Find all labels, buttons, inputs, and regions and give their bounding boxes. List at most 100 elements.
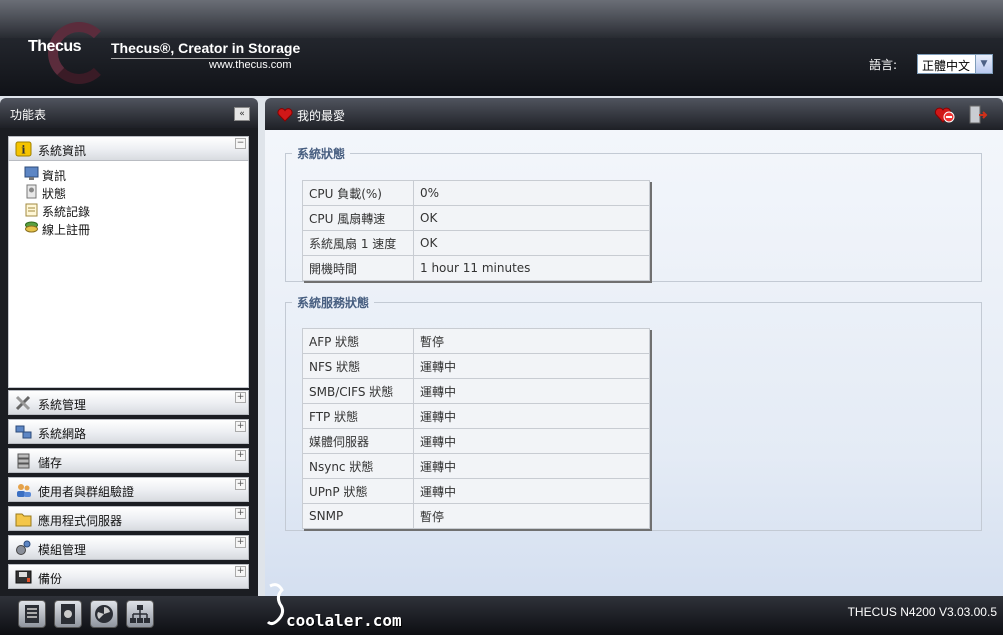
table-row: SMB/CIFS 狀態 運轉中 bbox=[302, 378, 650, 404]
system-status-table: CPU 負載(%) 0% CPU 風扇轉速 OK 系統風扇 1 速度 OK 開機時間 1… bbox=[302, 180, 650, 281]
plus-icon[interactable]: + bbox=[235, 392, 246, 403]
sidebar-section-label: 使用者與群組驗證 bbox=[38, 485, 135, 499]
register-icon bbox=[25, 221, 38, 233]
table-row: NFS 狀態 運轉中 bbox=[302, 353, 650, 379]
content-header: 我的最愛 bbox=[265, 98, 1003, 130]
service-state: 暫停 bbox=[413, 503, 650, 529]
minus-icon[interactable]: − bbox=[235, 138, 246, 149]
network-icon bbox=[15, 425, 32, 439]
sidebar-section-storage[interactable]: 儲存 + bbox=[8, 448, 249, 473]
status-icon bbox=[26, 184, 37, 199]
status-value: OK bbox=[413, 230, 650, 256]
sidebar-item-label: 系統記錄 bbox=[42, 205, 91, 219]
service-state: 運轉中 bbox=[413, 353, 650, 379]
plus-icon[interactable]: + bbox=[235, 537, 246, 548]
logout-icon[interactable] bbox=[968, 105, 988, 125]
sidebar-section-system-management[interactable]: 系統管理 + bbox=[8, 390, 249, 415]
language-select[interactable]: 正體中文 ▼ bbox=[917, 54, 993, 74]
service-status-table: AFP 狀態 暫停 NFS 狀態 運轉中 SMB/CIFS 狀態 運轉中 FTP 狀態… bbox=[302, 328, 650, 529]
service-key: SNMP bbox=[302, 503, 414, 529]
status-value: 0% bbox=[413, 180, 650, 206]
sidebar-section-label: 系統管理 bbox=[38, 398, 87, 412]
sidebar-section-label: 儲存 bbox=[38, 456, 63, 470]
table-row: 媒體伺服器 運轉中 bbox=[302, 428, 650, 454]
network-button[interactable] bbox=[126, 600, 154, 628]
server-icon bbox=[25, 605, 39, 623]
system-status-group: 系統狀態 CPU 負載(%) 0% CPU 風扇轉速 OK 系統風扇 1 速度 OK … bbox=[285, 145, 982, 282]
plus-icon[interactable]: + bbox=[235, 566, 246, 577]
chevron-down-icon[interactable]: ▼ bbox=[975, 55, 992, 73]
log-icon bbox=[25, 203, 38, 217]
remove-favorite-icon[interactable] bbox=[934, 106, 956, 124]
plus-icon[interactable]: + bbox=[235, 421, 246, 432]
sidebar-item-label: 線上註冊 bbox=[42, 223, 91, 237]
table-row: SNMP 暫停 bbox=[302, 503, 650, 529]
footer: THECUS N4200 V3.03.00.5 bbox=[0, 596, 1003, 635]
sidebar-section-module-management[interactable]: 模組管理 + bbox=[8, 535, 249, 560]
table-row: UPnP 狀態 運轉中 bbox=[302, 478, 650, 504]
fan-icon bbox=[95, 605, 113, 623]
service-key: NFS 狀態 bbox=[302, 353, 414, 379]
website-link[interactable]: www.thecus.com bbox=[209, 59, 292, 71]
content-area: 系統狀態 CPU 負載(%) 0% CPU 風扇轉速 OK 系統風扇 1 速度 OK … bbox=[265, 130, 1003, 596]
table-row: Nsync 狀態 運轉中 bbox=[302, 453, 650, 479]
sidebar-item-label: 狀態 bbox=[42, 187, 67, 201]
sidebar-section-label: 系統網路 bbox=[38, 427, 87, 441]
status-key: 開機時間 bbox=[302, 255, 414, 281]
disk-button[interactable] bbox=[54, 600, 82, 628]
users-icon bbox=[17, 484, 31, 497]
folder-icon bbox=[15, 513, 32, 527]
sidebar-section-app-server[interactable]: 應用程式伺服器 + bbox=[8, 506, 249, 531]
collapse-sidebar-button[interactable]: « bbox=[234, 107, 250, 121]
service-status-title: 系統服務狀態 bbox=[297, 296, 370, 310]
table-row: 開機時間 1 hour 11 minutes bbox=[302, 255, 650, 281]
status-key: CPU 風扇轉速 bbox=[302, 205, 414, 231]
status-key: CPU 負載(%) bbox=[302, 180, 414, 206]
sidebar-header: 功能表 « bbox=[0, 98, 258, 128]
sidebar-item-label: 資訊 bbox=[42, 169, 67, 183]
system-status-title: 系統狀態 bbox=[297, 147, 346, 161]
sidebar-section-users-groups[interactable]: 使用者與群組驗證 + bbox=[8, 477, 249, 502]
fan-button[interactable] bbox=[90, 600, 118, 628]
sidebar-section-system-network[interactable]: 系統網路 + bbox=[8, 419, 249, 444]
sidebar-section-system-info[interactable]: i 系統資訊 − bbox=[8, 136, 249, 161]
sidebar-section-backup[interactable]: 備份 + bbox=[8, 564, 249, 589]
plus-icon[interactable]: + bbox=[235, 450, 246, 461]
service-key: FTP 狀態 bbox=[302, 403, 414, 429]
tools-icon bbox=[15, 395, 31, 411]
table-row: FTP 狀態 運轉中 bbox=[302, 403, 650, 429]
watermark: coolaler.com bbox=[264, 578, 414, 635]
storage-icon bbox=[17, 453, 30, 469]
heart-icon bbox=[277, 108, 293, 122]
sidebar-section-label: 應用程式伺服器 bbox=[38, 514, 123, 528]
plus-icon[interactable]: + bbox=[235, 479, 246, 490]
backup-icon bbox=[15, 570, 32, 584]
watermark-text: coolaler.com bbox=[286, 611, 402, 630]
favorites-title: 我的最愛 bbox=[297, 109, 346, 123]
tagline: Thecus®, Creator in Storage bbox=[111, 40, 301, 56]
service-state: 運轉中 bbox=[413, 478, 650, 504]
table-row: 系統風扇 1 速度 OK bbox=[302, 230, 650, 256]
logo: Thecus bbox=[28, 38, 82, 55]
service-state: 運轉中 bbox=[413, 378, 650, 404]
service-key: Nsync 狀態 bbox=[302, 453, 414, 479]
table-row: AFP 狀態 暫停 bbox=[302, 328, 650, 354]
service-state: 運轉中 bbox=[413, 453, 650, 479]
table-row: CPU 風扇轉速 OK bbox=[302, 205, 650, 231]
service-status-group: 系統服務狀態 AFP 狀態 暫停 NFS 狀態 運轉中 SMB/CIFS 狀態 運轉中… bbox=[285, 294, 982, 531]
status-key: 系統風扇 1 速度 bbox=[302, 230, 414, 256]
table-row: CPU 負載(%) 0% bbox=[302, 180, 650, 206]
sidebar-section-label: 備份 bbox=[38, 572, 63, 586]
service-state: 運轉中 bbox=[413, 428, 650, 454]
service-key: UPnP 狀態 bbox=[302, 478, 414, 504]
service-state: 運轉中 bbox=[413, 403, 650, 429]
network-tree-icon bbox=[130, 605, 150, 623]
server-button[interactable] bbox=[18, 600, 46, 628]
status-value: OK bbox=[413, 205, 650, 231]
plus-icon[interactable]: + bbox=[235, 508, 246, 519]
language-label: 語言: bbox=[869, 58, 898, 72]
service-key: SMB/CIFS 狀態 bbox=[302, 378, 414, 404]
language-value: 正體中文 bbox=[922, 59, 971, 73]
svg-text:i: i bbox=[21, 144, 25, 157]
header: Thecus Thecus®, Creator in Storage www.t… bbox=[0, 0, 1003, 96]
